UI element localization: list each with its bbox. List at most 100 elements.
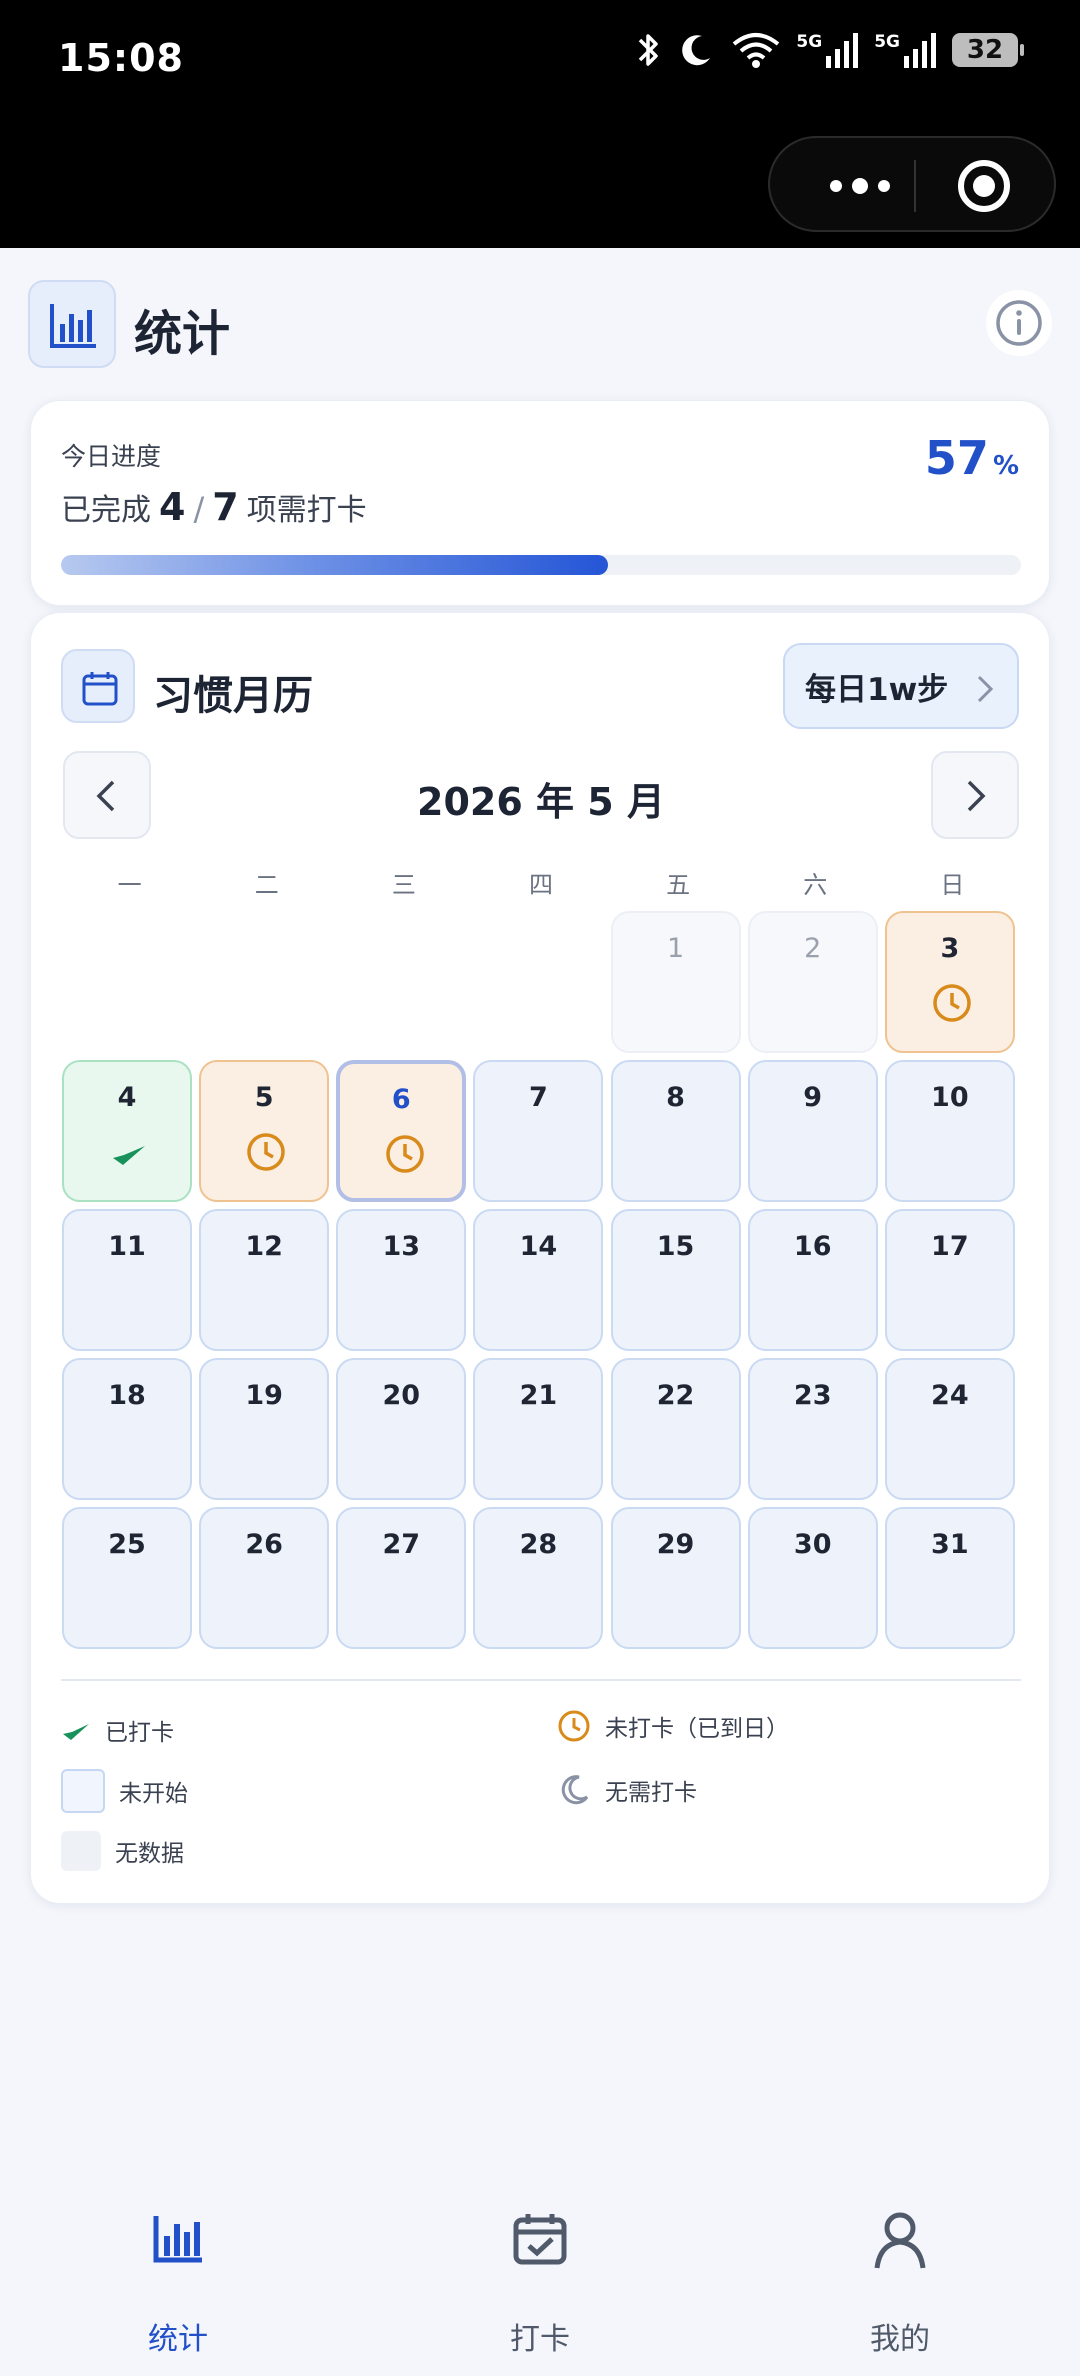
calendar-day-cell[interactable]: 12	[199, 1209, 330, 1351]
calendar-day-cell[interactable]: 18	[62, 1358, 192, 1500]
weekday-label: 四	[528, 871, 553, 899]
tab-mine[interactable]: 我的	[800, 2200, 1000, 2376]
calendar-day-cell[interactable]: 25	[62, 1507, 192, 1649]
habit-selector-button[interactable]: 每日1w步	[783, 643, 1019, 729]
clock-icon	[558, 1710, 590, 1742]
progress-prefix: 已完成	[61, 493, 151, 528]
battery-indicator: 32	[952, 33, 1024, 67]
calendar-day-cell[interactable]: 22	[610, 1358, 741, 1500]
calendar-day-cell[interactable]: 2	[747, 911, 878, 1053]
calendar-day-cell[interactable]: 15	[610, 1209, 741, 1351]
weekday-label: 一	[117, 871, 142, 899]
calendar-day-number: 8	[666, 1082, 685, 1113]
legend-missed: 未打卡（已到日）	[557, 1709, 789, 1743]
not-started-swatch	[61, 1769, 105, 1813]
calendar-grid: 1 2 3 4 5 6 7 8 9 10 11 12 13 14 15 16 17 18 19 20 21 22 23 24 2…	[61, 911, 1021, 1655]
calendar-day-cell[interactable]: 21	[473, 1358, 604, 1500]
bar-chart-icon	[153, 2216, 202, 2263]
no-data-swatch	[61, 1831, 101, 1871]
signal-icon	[826, 33, 859, 68]
calendar-day-cell[interactable]: 14	[473, 1209, 604, 1351]
stats-logo	[28, 280, 116, 368]
calendar-day-cell[interactable]: 17	[884, 1209, 1015, 1351]
calendar-day-cell[interactable]: 3	[884, 911, 1015, 1053]
close-target-button[interactable]	[958, 160, 1010, 212]
progress-percent: 57 %	[925, 431, 1019, 485]
page-header: 统计	[28, 280, 1052, 370]
progress-slash: /	[193, 490, 205, 528]
legend-divider	[61, 1679, 1021, 1681]
calendar-day-cell[interactable]: 19	[199, 1358, 330, 1500]
progress-suffix: 项需打卡	[246, 493, 367, 528]
progress-bar-fill	[61, 555, 609, 575]
calendar-day-number: 21	[519, 1380, 558, 1411]
tab-checkin[interactable]: 打卡	[440, 2200, 640, 2376]
calendar-day-cell[interactable]: 6	[336, 1060, 467, 1202]
calendar-day-cell[interactable]: 11	[62, 1209, 192, 1351]
clock-icon	[247, 1133, 285, 1171]
calendar-day-number: 25	[108, 1529, 146, 1560]
calendar-day-number: 3	[940, 933, 960, 964]
calendar-day-cell[interactable]: 4	[62, 1060, 192, 1202]
calendar-day-number: 12	[245, 1231, 283, 1262]
calendar-day-cell[interactable]: 8	[610, 1060, 741, 1202]
calendar-day-cell[interactable]: 27	[336, 1507, 467, 1649]
calendar-day-number: 24	[931, 1380, 969, 1411]
status-icons: 5G 5G 32	[634, 30, 1024, 70]
calendar-day-cell[interactable]: 5	[199, 1060, 330, 1202]
calendar-day-number: 26	[245, 1529, 283, 1560]
calendar-day-cell[interactable]: 10	[884, 1060, 1015, 1202]
calendar-day-cell[interactable]: 31	[884, 1507, 1015, 1649]
calendar-day-number: 23	[793, 1380, 832, 1411]
calendar-day-number: 29	[656, 1529, 695, 1560]
weekday-label: 日	[940, 871, 965, 899]
page-title: 统计	[134, 306, 231, 362]
chevron-right-icon	[967, 780, 986, 812]
legend-not-started-label: 未开始	[119, 1781, 188, 1807]
calendar-day-number: 20	[382, 1380, 421, 1411]
calendar-day-number: 30	[793, 1529, 832, 1560]
calendar-day-cell[interactable]: 16	[747, 1209, 878, 1351]
status-bar: 15:08 5G 5G 32	[0, 0, 1080, 248]
calendar-day-cell[interactable]: 26	[199, 1507, 330, 1649]
calendar-day-number: 19	[245, 1380, 283, 1411]
calendar-day-cell[interactable]: 7	[473, 1060, 604, 1202]
weekday-label: 二	[254, 871, 279, 899]
bluetooth-icon	[639, 34, 659, 66]
calendar-day-number: 18	[108, 1380, 146, 1411]
network-label: 5G	[796, 32, 823, 52]
calendar-day-cell[interactable]: 23	[747, 1358, 878, 1500]
more-menu-button[interactable]	[810, 168, 910, 204]
check-icon	[113, 1146, 145, 1165]
calendar-day-number: 28	[519, 1529, 558, 1560]
bottom-nav: 统计 打卡 我的	[0, 2200, 1080, 2376]
progress-summary: 已完成 4 / 7 项需打卡	[61, 485, 367, 529]
user-icon	[874, 2212, 926, 2269]
calendar-day-cell[interactable]: 24	[884, 1358, 1015, 1500]
progress-done-count: 4	[159, 485, 186, 529]
legend-not-required-label: 无需打卡	[605, 1780, 697, 1806]
calendar-badge	[61, 649, 135, 723]
done-mark	[109, 1138, 149, 1172]
missed-mark	[385, 1134, 425, 1178]
today-progress-card: 今日进度 已完成 4 / 7 项需打卡 57 %	[30, 400, 1050, 606]
weekday-label: 三	[391, 871, 416, 899]
next-month-button[interactable]	[931, 751, 1019, 839]
calendar-day-cell[interactable]: 30	[747, 1507, 878, 1649]
calendar-day-cell[interactable]: 29	[610, 1507, 741, 1649]
missed-mark	[246, 1132, 286, 1176]
calendar-day-cell[interactable]: 1	[610, 911, 741, 1053]
calendar-day-cell[interactable]: 13	[336, 1209, 467, 1351]
calendar-day-cell[interactable]: 20	[336, 1358, 467, 1500]
calendar-day-cell[interactable]: 9	[747, 1060, 878, 1202]
moon-icon	[561, 1775, 589, 1805]
info-button[interactable]	[986, 290, 1052, 356]
wifi-icon	[733, 33, 780, 68]
calendar-day-number: 14	[519, 1231, 558, 1262]
calendar-day-number: 11	[108, 1231, 146, 1262]
calendar-day-cell[interactable]: 28	[473, 1507, 604, 1649]
info-icon	[996, 300, 1042, 346]
progress-percent-value: 57	[924, 431, 989, 485]
tab-stats[interactable]: 统计	[78, 2200, 278, 2376]
calendar-day-number: 9	[803, 1082, 823, 1113]
